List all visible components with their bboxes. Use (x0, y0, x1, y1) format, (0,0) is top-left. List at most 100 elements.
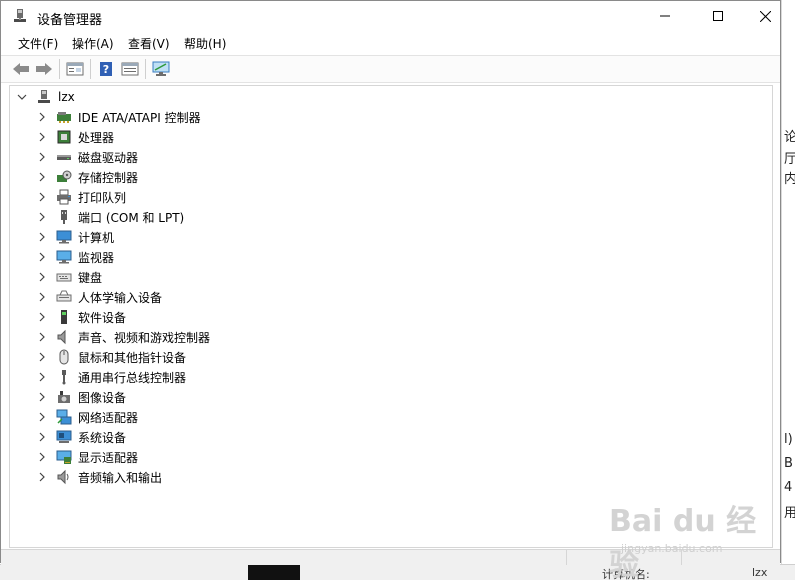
tree-category-item[interactable]: 监视器 (36, 247, 114, 267)
tree-category-item[interactable]: 计算机 (36, 227, 114, 247)
background-window-strip: 论 厅 内 l) B 4 用 (781, 0, 795, 579)
chevron-right-icon[interactable] (36, 447, 48, 467)
tree-category-item[interactable]: 系统设备 (36, 427, 126, 447)
menu-action[interactable]: 操作(A) (72, 35, 114, 52)
display-adapter-icon (56, 449, 72, 465)
computer-monitor-icon (56, 229, 72, 245)
tree-category-label: 系统设备 (78, 430, 127, 445)
bg-fragment: 内 (784, 168, 795, 187)
tree-category-item[interactable]: 处理器 (36, 127, 114, 147)
chevron-down-icon[interactable] (16, 87, 28, 107)
toolbar: ? (1, 55, 780, 83)
chevron-right-icon[interactable] (36, 187, 48, 207)
tree-category-item[interactable]: 端口 (COM 和 LPT) (36, 207, 184, 227)
status-divider (566, 550, 567, 565)
title-bar[interactable]: 设备管理器 (1, 1, 780, 31)
menu-bar: 文件(F) 操作(A) 查看(V) 帮助(H) (1, 32, 780, 54)
bg-fragment: l) (784, 432, 793, 447)
device-tree[interactable]: lzx IDE ATA/ATAPI 控制器处理器 磁盘驱动器存储控制器打印队列端口… (9, 85, 773, 548)
view-icon[interactable] (121, 60, 139, 78)
baidu-watermark-url: jingyan.baidu.com (621, 542, 723, 555)
tree-category-label: 人体学输入设备 (78, 290, 163, 305)
chevron-right-icon[interactable] (36, 267, 48, 287)
tree-category-item[interactable]: 图像设备 (36, 387, 126, 407)
camera-icon (56, 389, 72, 405)
chevron-right-icon[interactable] (36, 227, 48, 247)
chevron-right-icon[interactable] (36, 327, 48, 347)
tree-category-label: 监视器 (78, 250, 115, 265)
tree-category-label: 图像设备 (78, 390, 127, 405)
audio-io-icon (56, 469, 72, 485)
toolbar-separator (145, 59, 146, 79)
device-manager-window: 设备管理器 文件(F) 操作(A) 查看(V) 帮助(H) ? lzx IDE … (0, 0, 781, 583)
menu-help[interactable]: 帮助(H) (184, 35, 226, 52)
window-title: 设备管理器 (37, 13, 103, 28)
tree-category-item[interactable]: IDE ATA/ATAPI 控制器 (36, 107, 201, 127)
chevron-right-icon[interactable] (36, 167, 48, 187)
tree-category-item[interactable]: 显示适配器 (36, 447, 138, 467)
tree-category-item[interactable]: 磁盘驱动器 (36, 147, 138, 167)
tree-category-label: 鼠标和其他指针设备 (78, 350, 187, 365)
chevron-right-icon[interactable] (36, 367, 48, 387)
tree-category-label: 端口 (COM 和 LPT) (78, 210, 185, 225)
menu-file[interactable]: 文件(F) (18, 35, 58, 52)
chevron-right-icon[interactable] (36, 387, 48, 407)
svg-text:?: ? (103, 63, 109, 76)
keyboard-icon (56, 269, 72, 285)
chevron-right-icon[interactable] (36, 407, 48, 427)
chevron-right-icon[interactable] (36, 107, 48, 127)
tree-category-label: 存储控制器 (78, 170, 139, 185)
chevron-right-icon[interactable] (36, 307, 48, 327)
help-icon[interactable]: ? (97, 60, 115, 78)
bg-fragment: 论 (784, 126, 795, 145)
disk-drive-icon (56, 149, 72, 165)
software-device-icon (56, 309, 72, 325)
tree-category-label: 打印队列 (78, 190, 127, 205)
tree-category-item[interactable]: 网络适配器 (36, 407, 138, 427)
tree-category-label: 键盘 (78, 270, 103, 285)
toolbar-separator (59, 59, 60, 79)
back-icon[interactable] (12, 60, 30, 78)
tree-category-item[interactable]: 存储控制器 (36, 167, 138, 187)
chevron-right-icon[interactable] (36, 147, 48, 167)
properties-icon[interactable] (66, 60, 84, 78)
computer-icon (36, 89, 52, 105)
tree-category-item[interactable]: 声音、视频和游戏控制器 (36, 327, 210, 347)
minimize-button[interactable] (642, 1, 688, 31)
device-manager-icon (12, 8, 28, 24)
menu-view[interactable]: 查看(V) (128, 35, 170, 52)
usb-icon (56, 369, 72, 385)
tree-category-item[interactable]: 鼠标和其他指针设备 (36, 347, 186, 367)
root-label: lzx (58, 90, 75, 104)
chevron-right-icon[interactable] (36, 287, 48, 307)
tree-category-label: 显示适配器 (78, 450, 139, 465)
tree-category-item[interactable]: 键盘 (36, 267, 102, 287)
chevron-right-icon[interactable] (36, 127, 48, 147)
tree-category-label: IDE ATA/ATAPI 控制器 (78, 110, 201, 125)
maximize-button[interactable] (695, 1, 741, 31)
tree-category-item[interactable]: 音频输入和输出 (36, 467, 162, 487)
forward-icon[interactable] (35, 60, 53, 78)
chevron-right-icon[interactable] (36, 207, 48, 227)
bg-fragment: 厅 (784, 148, 795, 167)
tree-category-label: 通用串行总线控制器 (78, 370, 187, 385)
hid-icon (56, 289, 72, 305)
tree-root[interactable]: lzx (16, 87, 75, 107)
storage-controller-icon (56, 169, 72, 185)
chevron-right-icon[interactable] (36, 467, 48, 487)
chevron-right-icon[interactable] (36, 427, 48, 447)
monitor-icon[interactable] (152, 60, 170, 78)
close-button[interactable] (742, 1, 788, 31)
tree-category-item[interactable]: 软件设备 (36, 307, 126, 327)
tree-category-item[interactable]: 人体学输入设备 (36, 287, 162, 307)
ide-controller-icon (56, 109, 72, 125)
chevron-right-icon[interactable] (36, 247, 48, 267)
tree-category-item[interactable]: 打印队列 (36, 187, 126, 207)
bg-fragment: 用 (784, 502, 795, 521)
tree-category-label: 计算机 (78, 230, 115, 245)
tree-category-label: 软件设备 (78, 310, 127, 325)
chevron-right-icon[interactable] (36, 347, 48, 367)
tree-category-item[interactable]: 通用串行总线控制器 (36, 367, 186, 387)
bg-fragment: 4 (784, 480, 793, 495)
tree-category-label: 网络适配器 (78, 410, 139, 425)
